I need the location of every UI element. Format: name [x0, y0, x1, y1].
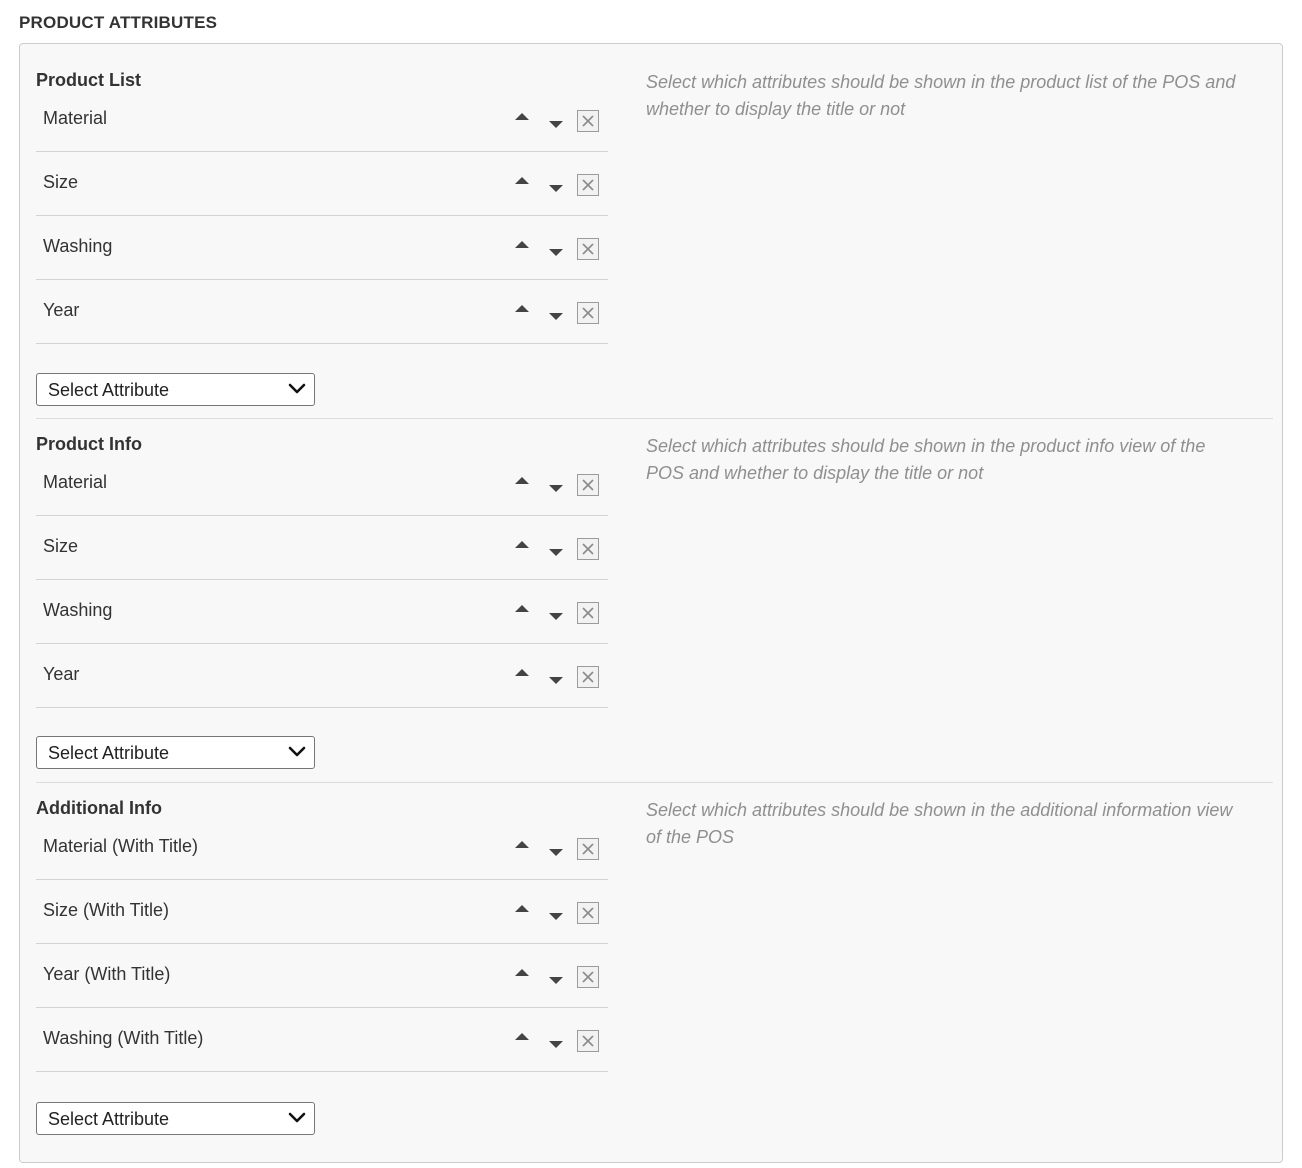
move-down-icon[interactable]: [549, 613, 563, 620]
section-additional-info: Additional Info Material (With Title) Si…: [20, 782, 1282, 1162]
move-up-icon[interactable]: [515, 541, 529, 548]
attribute-list: Material (With Title) Size (With Title) …: [36, 816, 608, 1072]
attribute-label: Washing (With Title): [43, 1028, 204, 1048]
section-divider: [36, 418, 1273, 419]
remove-icon[interactable]: [577, 302, 599, 324]
section-product-list: Product List Material Size Washing Year …: [20, 44, 1282, 418]
move-down-icon[interactable]: [549, 185, 563, 192]
move-down-icon[interactable]: [549, 249, 563, 256]
select-attribute-dropdown[interactable]: Select Attribute: [36, 736, 315, 769]
move-up-icon[interactable]: [515, 241, 529, 248]
remove-icon[interactable]: [577, 474, 599, 496]
attribute-row: Material (With Title): [36, 816, 608, 880]
attribute-row: Size: [36, 516, 608, 580]
move-up-icon[interactable]: [515, 841, 529, 848]
section-product-info: Product Info Material Size Washing Year …: [20, 418, 1282, 782]
select-attribute-dropdown[interactable]: Select Attribute: [36, 373, 315, 406]
section-help-text: Select which attributes should be shown …: [646, 436, 1206, 483]
remove-icon[interactable]: [577, 666, 599, 688]
page-heading: PRODUCT ATTRIBUTES: [19, 13, 218, 32]
move-up-icon[interactable]: [515, 113, 529, 120]
move-up-icon[interactable]: [515, 1033, 529, 1040]
remove-icon[interactable]: [577, 1030, 599, 1052]
chevron-down-icon: [288, 746, 306, 757]
move-up-icon[interactable]: [515, 477, 529, 484]
select-attribute-value: Select Attribute: [48, 743, 170, 763]
move-down-icon[interactable]: [549, 677, 563, 684]
remove-icon[interactable]: [577, 238, 599, 260]
move-down-icon[interactable]: [549, 977, 563, 984]
remove-icon[interactable]: [577, 838, 599, 860]
move-up-icon[interactable]: [515, 969, 529, 976]
select-attribute-value: Select Attribute: [48, 380, 170, 400]
attribute-row: Washing: [36, 216, 608, 280]
section-help-text: Select which attributes should be shown …: [646, 800, 1233, 847]
attribute-row: Material: [36, 88, 608, 152]
move-up-icon[interactable]: [515, 605, 529, 612]
attribute-label: Material (With Title): [43, 836, 199, 856]
move-down-icon[interactable]: [549, 313, 563, 320]
section-help-text: Select which attributes should be shown …: [646, 72, 1236, 119]
section-divider: [36, 782, 1273, 783]
chevron-down-icon: [288, 1112, 306, 1123]
attribute-label: Material: [43, 472, 108, 492]
attribute-label: Size: [43, 536, 79, 556]
attribute-label: Washing: [43, 236, 113, 256]
select-attribute-value: Select Attribute: [48, 1109, 170, 1129]
attribute-row: Year (With Title): [36, 944, 608, 1008]
remove-icon[interactable]: [577, 110, 599, 132]
move-up-icon[interactable]: [515, 669, 529, 676]
move-up-icon[interactable]: [515, 305, 529, 312]
attribute-row: Washing: [36, 580, 608, 644]
product-attributes-panel: Product List Material Size Washing Year …: [19, 43, 1283, 1163]
move-down-icon[interactable]: [549, 549, 563, 556]
attribute-label: Size: [43, 172, 79, 192]
remove-icon[interactable]: [577, 538, 599, 560]
attribute-row: Washing (With Title): [36, 1008, 608, 1072]
attribute-label: Year (With Title): [43, 964, 171, 984]
chevron-down-icon: [288, 383, 306, 394]
move-down-icon[interactable]: [549, 485, 563, 492]
move-down-icon[interactable]: [549, 913, 563, 920]
attribute-row: Year: [36, 644, 608, 708]
attribute-label: Year: [43, 664, 80, 684]
move-up-icon[interactable]: [515, 905, 529, 912]
attribute-row: Size (With Title): [36, 880, 608, 944]
remove-icon[interactable]: [577, 966, 599, 988]
attribute-row: Material: [36, 452, 608, 516]
select-attribute-dropdown[interactable]: Select Attribute: [36, 1102, 315, 1135]
move-down-icon[interactable]: [549, 849, 563, 856]
move-down-icon[interactable]: [549, 121, 563, 128]
attribute-list: Material Size Washing Year: [36, 88, 608, 344]
attribute-list: Material Size Washing Year: [36, 452, 608, 708]
attribute-row: Size: [36, 152, 608, 216]
attribute-label: Size (With Title): [43, 900, 170, 920]
move-down-icon[interactable]: [549, 1041, 563, 1048]
attribute-label: Year: [43, 300, 80, 320]
move-up-icon[interactable]: [515, 177, 529, 184]
remove-icon[interactable]: [577, 902, 599, 924]
remove-icon[interactable]: [577, 174, 599, 196]
remove-icon[interactable]: [577, 602, 599, 624]
attribute-label: Material: [43, 108, 108, 128]
attribute-row: Year: [36, 280, 608, 344]
attribute-label: Washing: [43, 600, 113, 620]
